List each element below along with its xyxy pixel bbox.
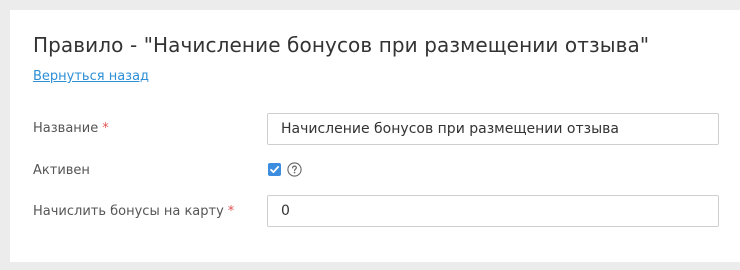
active-checkbox[interactable] (268, 163, 281, 176)
back-link[interactable]: Вернуться назад (33, 69, 149, 84)
checkmark-icon (270, 166, 280, 173)
name-input[interactable] (267, 113, 719, 145)
name-label-text: Название (33, 121, 99, 136)
active-label: Активен (33, 163, 90, 178)
question-circle-icon[interactable] (287, 162, 302, 177)
bonus-label: Начислить бонусы на карту * (33, 204, 234, 219)
page-title: Правило - "Начисление бонусов при размещ… (33, 33, 650, 57)
bonus-label-text: Начислить бонусы на карту (33, 204, 224, 219)
rule-panel: Правило - "Начисление бонусов при размещ… (10, 10, 740, 262)
bonus-input[interactable] (267, 195, 719, 227)
bonus-required-mark: * (227, 204, 235, 219)
name-label: Название * (33, 121, 109, 136)
name-required-mark: * (102, 121, 109, 136)
